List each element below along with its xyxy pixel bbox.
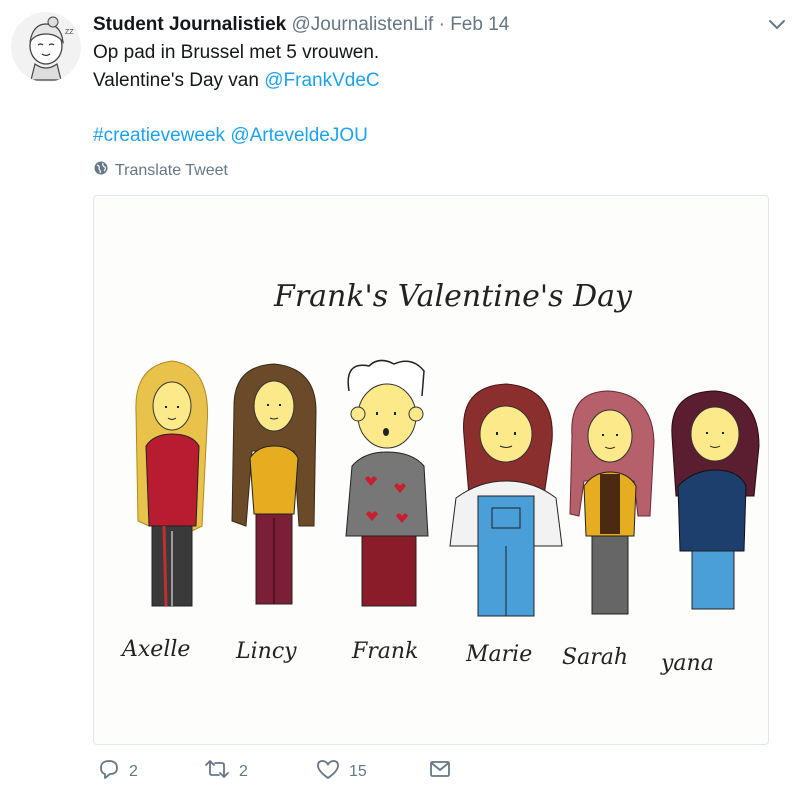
drawing: Frank's Valentine's Day Axelle Lincy Fra…	[120, 279, 760, 676]
figure-marie	[449, 383, 563, 617]
name-label-3: Frank	[351, 639, 418, 664]
retweet-count: 2	[239, 762, 248, 780]
heart-icon	[315, 757, 341, 786]
mention-frankvdec[interactable]: @FrankVdeC	[264, 70, 379, 91]
tweet-text-line-3: #creatieveweek @ArteveldeJOU	[93, 124, 368, 148]
svg-text:ZZ: ZZ	[65, 29, 74, 36]
hashtag-creatieveweek[interactable]: #creatieveweek	[93, 125, 225, 146]
mail-icon	[428, 757, 452, 786]
author-name[interactable]: Student Journalistiek	[93, 14, 286, 35]
tweet-text-line-1: Op pad in Brussel met 5 vrouwen.	[93, 42, 380, 63]
mention-arteveldejou[interactable]: @ArteveldeJOU	[230, 125, 368, 146]
globe-icon	[93, 160, 109, 182]
name-label-6: yana	[660, 651, 714, 676]
retweet-button[interactable]: 2	[203, 757, 248, 786]
reply-count: 2	[129, 762, 138, 780]
figure-frank	[345, 359, 429, 607]
avatar[interactable]: ZZ	[11, 12, 81, 82]
line2-prefix: Valentine's Day van	[93, 70, 265, 91]
reply-icon	[97, 757, 121, 786]
author-handle[interactable]: @JournalistenLif	[291, 14, 433, 35]
direct-message-button[interactable]	[428, 757, 452, 786]
figure-axelle	[135, 360, 209, 607]
translate-label: Translate Tweet	[115, 162, 228, 179]
tweet-date[interactable]: Feb 14	[450, 14, 509, 35]
name-label-1: Axelle	[120, 637, 190, 662]
reply-button[interactable]: 2	[97, 757, 138, 786]
name-label-2: Lincy	[235, 639, 297, 664]
retweet-icon	[203, 757, 231, 786]
figure-yana	[671, 390, 760, 610]
chevron-down-icon[interactable]	[764, 14, 790, 36]
separator: ·	[438, 14, 445, 35]
drawing-title: Frank's Valentine's Day	[273, 279, 633, 314]
like-count: 15	[349, 762, 367, 780]
name-label-4: Marie	[465, 642, 532, 667]
tweet-text-line-2: Valentine's Day van @FrankVdeC	[93, 69, 380, 93]
name-label-5: Sarah	[562, 645, 628, 670]
tweet-actions: 2 2 15	[93, 757, 513, 787]
figure-sarah	[569, 390, 655, 615]
tweet-header: Student Journalistiek @JournalistenLif ·…	[93, 13, 509, 37]
figure-lincy	[231, 363, 317, 605]
tweet-image[interactable]: Frank's Valentine's Day Axelle Lincy Fra…	[93, 195, 769, 745]
translate-tweet-link[interactable]: Translate Tweet	[93, 160, 228, 182]
tweet: ZZ Student Journalistiek @JournalistenLi…	[0, 0, 797, 800]
like-button[interactable]: 15	[315, 757, 367, 786]
